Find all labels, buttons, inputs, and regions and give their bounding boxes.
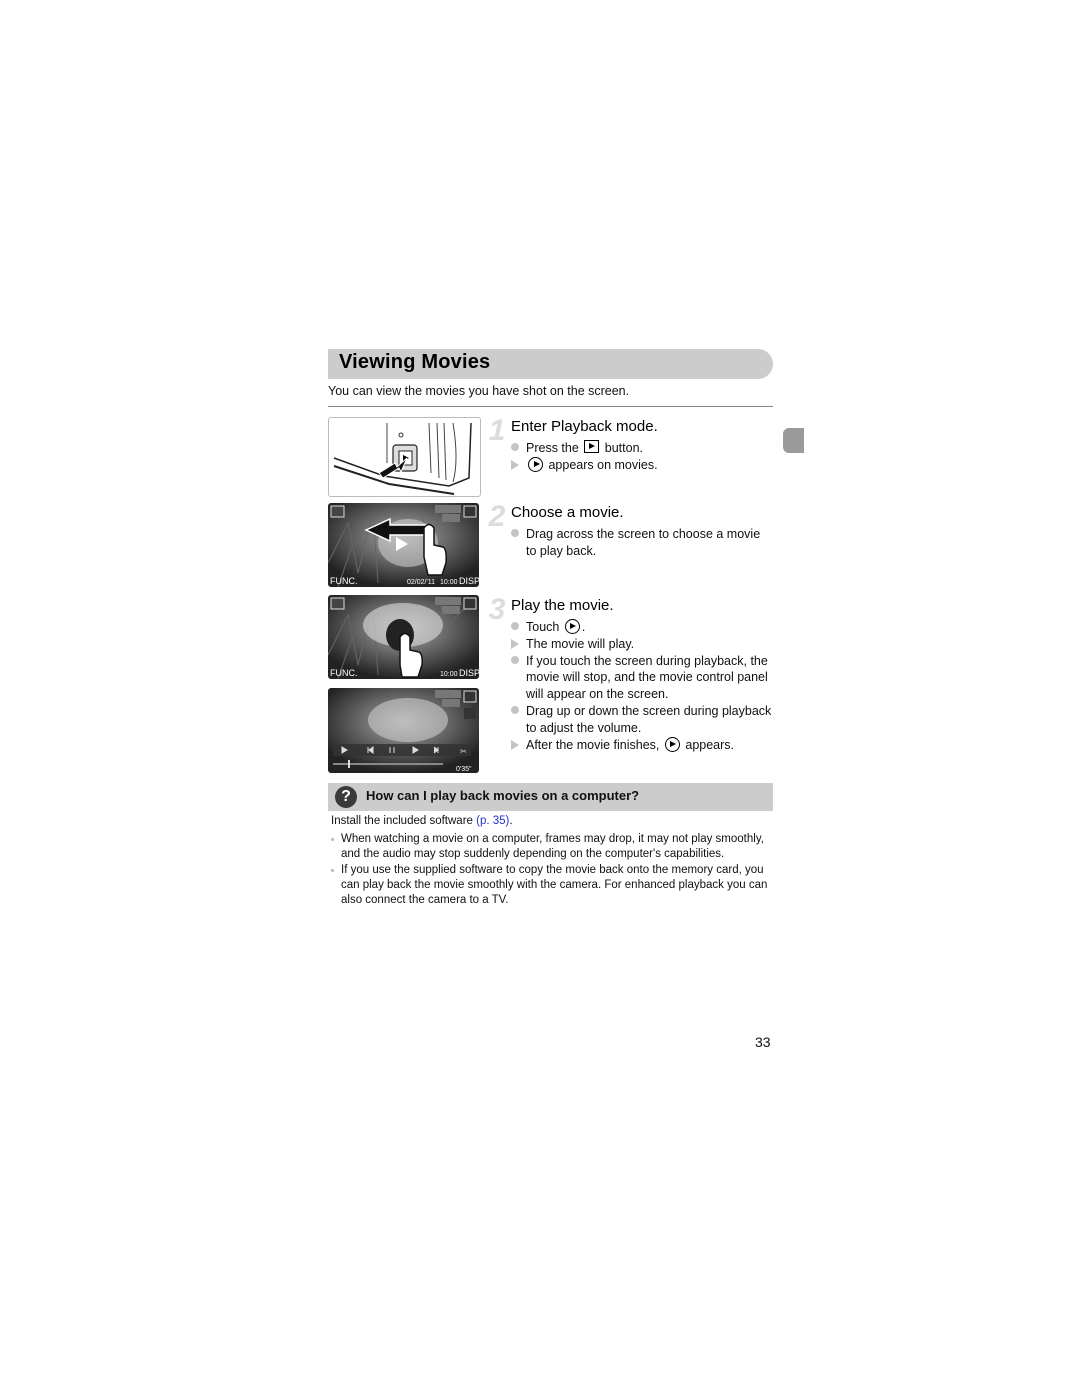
faq-install-line: Install the included software (p. 35). (331, 815, 513, 827)
bullet-item: The movie will play. (511, 636, 773, 653)
step-number: 1 (488, 414, 506, 447)
step-title: Play the movie. (511, 597, 614, 614)
section-title: Viewing Movies (339, 351, 491, 373)
divider (328, 406, 773, 407)
time-label: 10:00 (440, 671, 458, 678)
step-title: Choose a movie. (511, 504, 624, 521)
svg-text:✂: ✂ (460, 747, 467, 756)
result-arrow-icon (511, 457, 519, 476)
bullet-dot-icon (511, 703, 519, 720)
step-number: 2 (488, 500, 506, 533)
question-mark-icon: ? (335, 786, 357, 808)
time-label: 10:00 (440, 579, 458, 586)
screen-touch-play-illustration: FUNC. 10:00 DISP (328, 595, 479, 679)
page-number: 33 (755, 1034, 771, 1050)
section-intro: You can view the movies you have shot on… (328, 384, 630, 398)
faq-notes: When watching a movie on a computer, fra… (331, 832, 771, 908)
faq-note: When watching a movie on a computer, fra… (331, 832, 771, 862)
elapsed-time: 0'35" (456, 766, 472, 773)
bullet-dot-icon (511, 653, 519, 670)
camera-playback-button-illustration (328, 417, 481, 497)
disp-label: DISP (459, 576, 479, 586)
bullet-item: Drag across the screen to choose a movie… (511, 526, 773, 560)
bullet-item: Touch . (511, 619, 773, 636)
faq-title: How can I play back movies on a computer… (366, 788, 640, 803)
screen-movie-control-panel-illustration: ✂ 0'35" (328, 688, 479, 773)
faq-body: Install the included software (p. 35). W… (331, 814, 771, 909)
section-title-bar: Viewing Movies (328, 349, 773, 379)
step-1-bullets: Press the button. appears on movies. (511, 440, 773, 474)
disp-label: DISP (459, 668, 479, 678)
bullet-item: appears on movies. (511, 456, 773, 476)
func-label: FUNC. (330, 668, 358, 678)
play-circle-icon (564, 619, 580, 634)
bullet-dot-icon (511, 619, 519, 636)
func-label: FUNC. (330, 576, 358, 586)
play-circle-icon (664, 736, 680, 752)
step-number: 3 (488, 593, 506, 626)
playback-button-icon (584, 440, 600, 453)
screen-choose-movie-illustration: FUNC. 02/02/'11 10:00 DISP (328, 503, 479, 587)
bullet-item: Drag up or down the screen during playba… (511, 703, 773, 737)
step-2-bullets: Drag across the screen to choose a movie… (511, 526, 773, 560)
play-circle-icon (528, 456, 543, 472)
result-arrow-icon (511, 737, 519, 756)
date-label: 02/02/'11 (407, 579, 435, 586)
step-3-bullets: Touch . The movie will play. If you touc… (511, 619, 773, 753)
bullet-dot-icon (511, 526, 519, 543)
bullet-item: Press the button. (511, 440, 773, 457)
bullet-dot-icon (511, 440, 519, 457)
faq-note: If you use the supplied software to copy… (331, 863, 771, 908)
bullet-item: If you touch the screen during playback,… (511, 653, 773, 703)
page-reference-link[interactable]: (p. 35) (476, 815, 509, 827)
chapter-tab-marker (783, 428, 804, 453)
step-title: Enter Playback mode. (511, 418, 658, 435)
faq-header: ? How can I play back movies on a comput… (328, 783, 773, 811)
bullet-item: After the movie finishes, appears. (511, 736, 773, 756)
